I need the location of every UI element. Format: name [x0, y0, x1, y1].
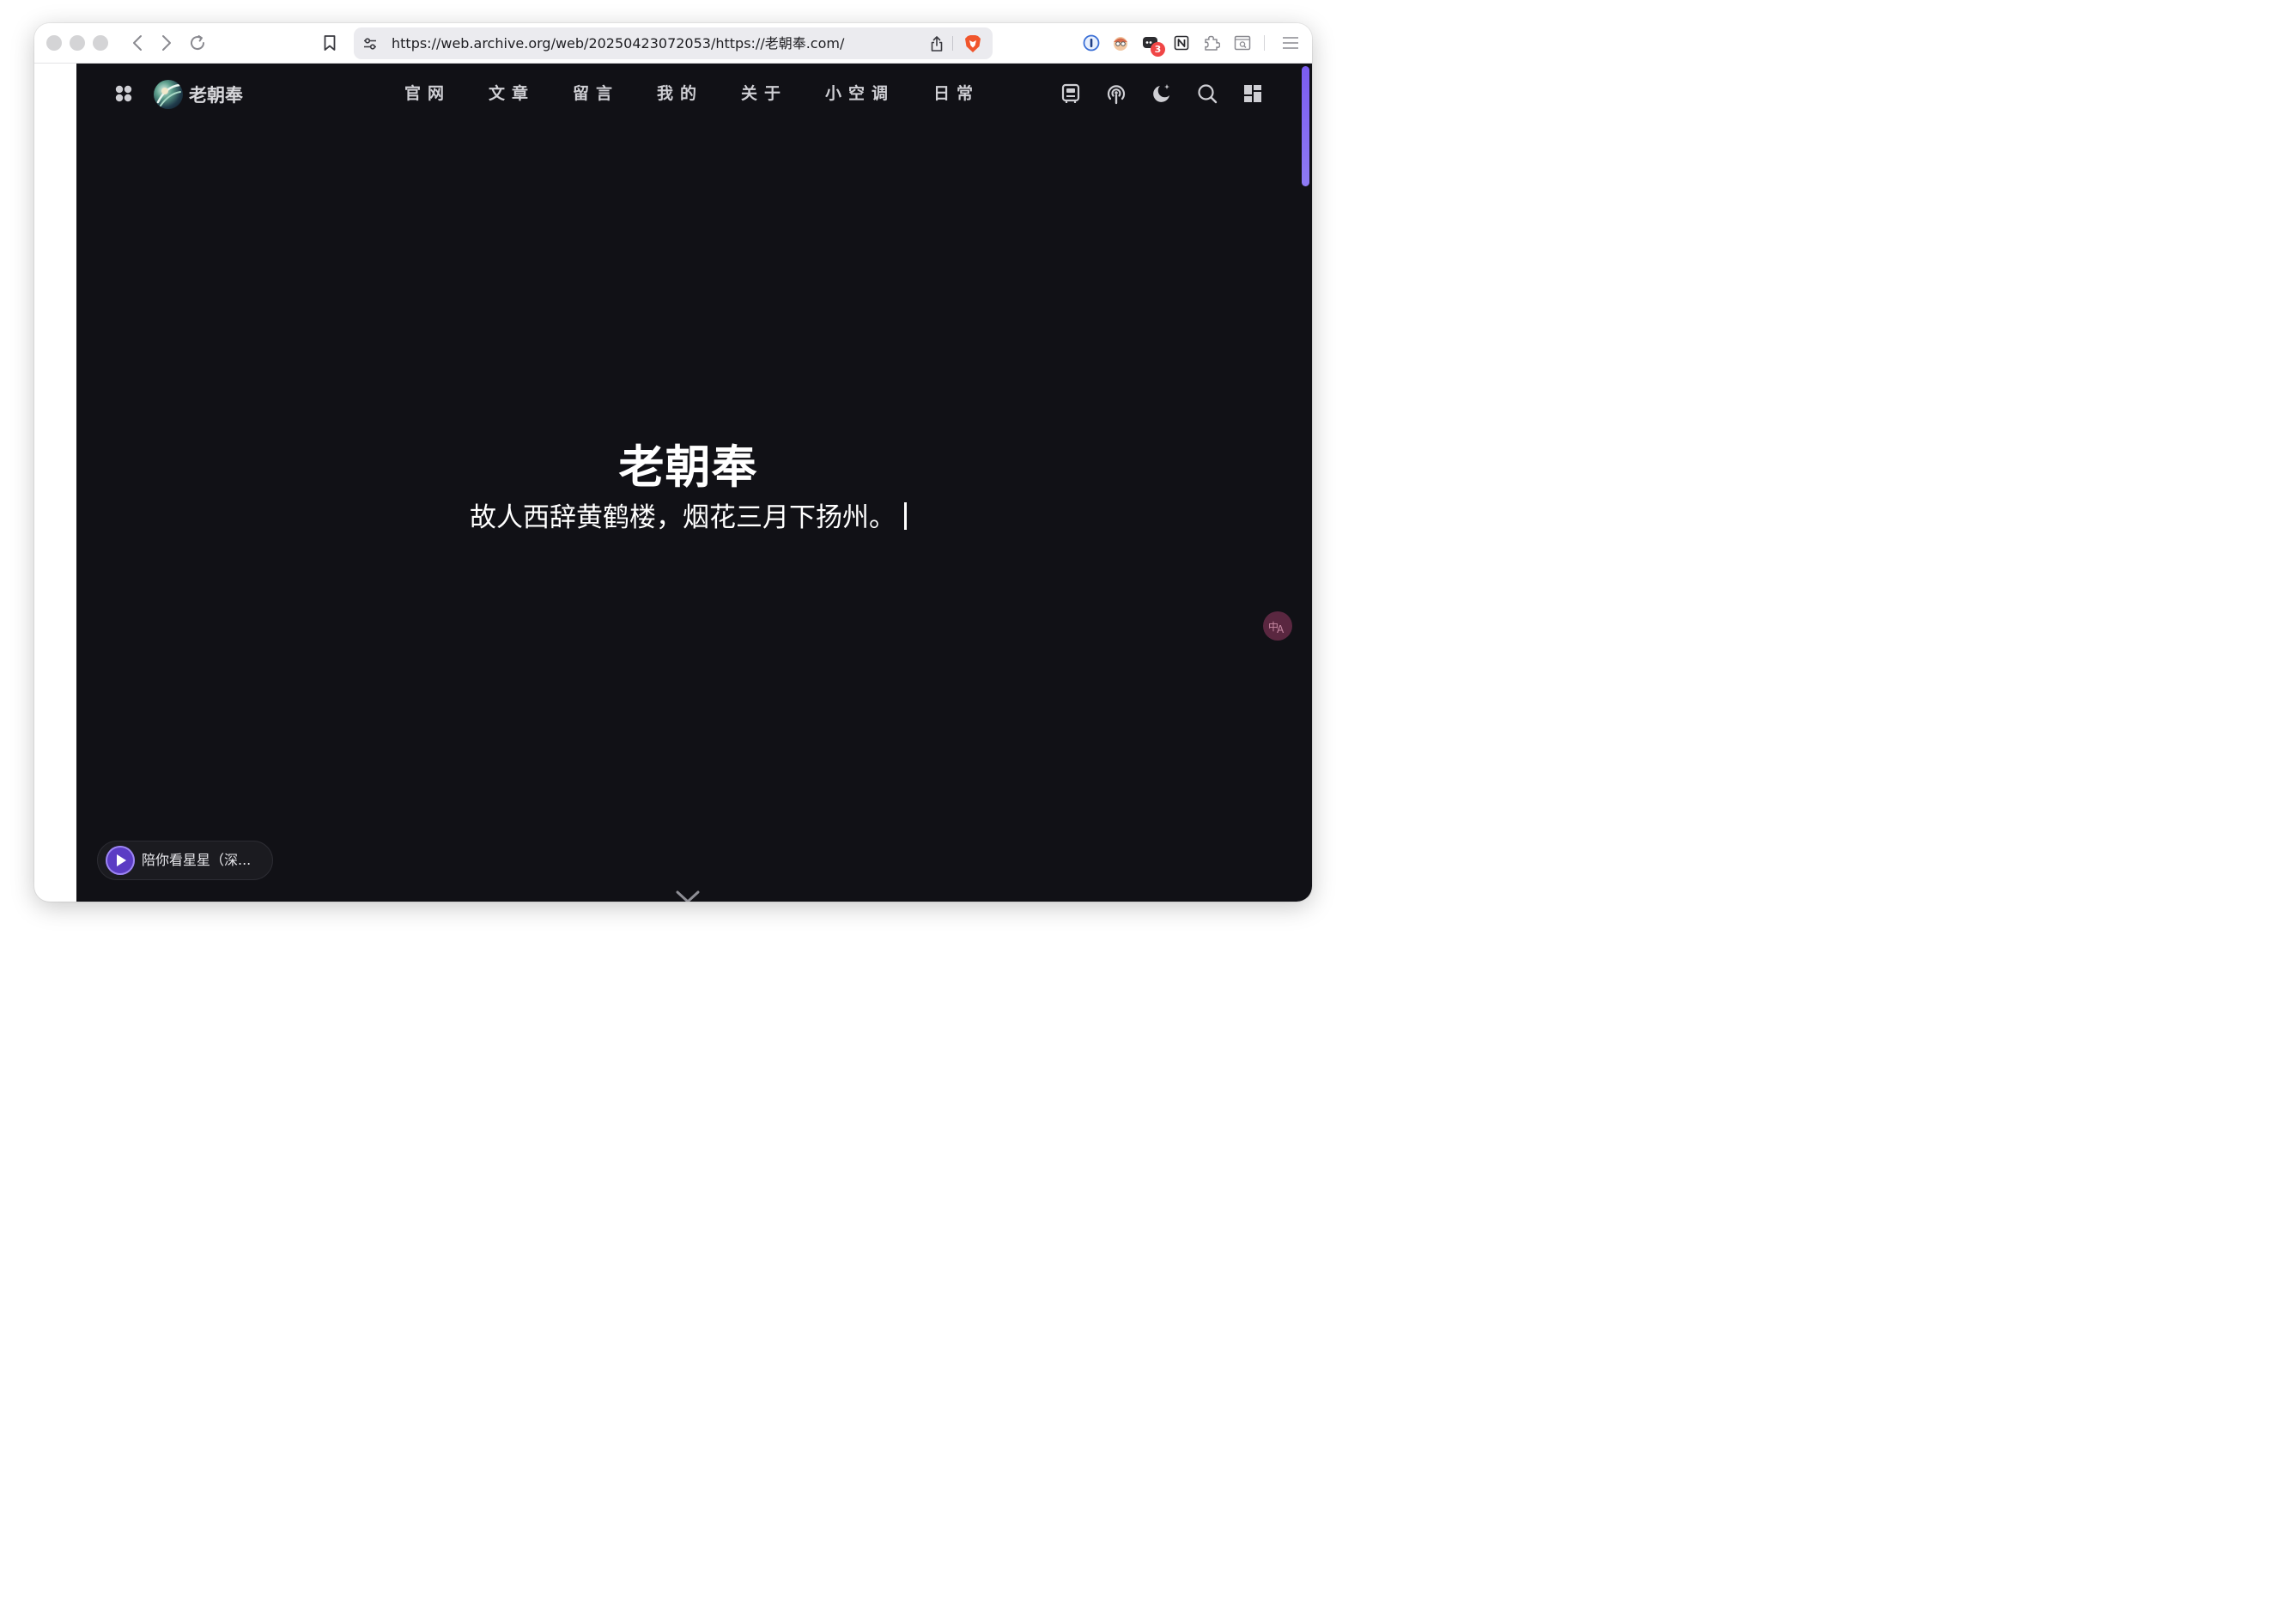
url-divider: [952, 36, 953, 51]
reload-button[interactable]: [186, 32, 209, 54]
hero-title: 老朝奉: [618, 441, 758, 494]
page-scrollbar-thumb[interactable]: [1302, 66, 1309, 186]
avatar-extension-icon: [1114, 37, 1127, 51]
apps-grid-icon: [115, 85, 132, 102]
browser-window: https://web.archive.org/web/202504230720…: [34, 23, 1312, 902]
site-menu-button[interactable]: [112, 82, 135, 105]
notion-icon: [1174, 35, 1189, 51]
extensions-button[interactable]: [1200, 33, 1223, 53]
moon-icon: [1153, 84, 1169, 102]
brave-shield-icon: [965, 35, 981, 52]
nav-item-mine[interactable]: 我的: [657, 81, 703, 104]
hero-subtitle-wrapper: 故人西辞黄鹤楼，烟花三月下扬州。: [76, 495, 1300, 534]
site-settings-button[interactable]: [361, 34, 380, 53]
chevron-down-icon: [676, 890, 700, 902]
search-icon: [1198, 84, 1218, 104]
share-icon: [931, 36, 943, 52]
podcast-icon: [1107, 85, 1126, 105]
close-window-button[interactable]: [46, 35, 62, 51]
play-button[interactable]: [106, 846, 135, 875]
page-scrollbar[interactable]: [1302, 64, 1312, 902]
nav-item-articles[interactable]: 文章: [489, 81, 535, 104]
chevron-left-icon: [133, 35, 142, 51]
reload-icon: [191, 35, 205, 51]
minimize-window-button[interactable]: [70, 35, 85, 51]
password-manager-icon: [1083, 34, 1100, 52]
nav-item-official-site[interactable]: 官网: [404, 81, 451, 104]
dark-mode-toggle[interactable]: [1151, 82, 1173, 105]
translate-icon: 中A: [1268, 620, 1285, 635]
reader-mode-button[interactable]: [1231, 33, 1254, 53]
forward-button[interactable]: [156, 32, 177, 54]
track-title: 陪你看星星（深...: [142, 852, 252, 868]
translate-button[interactable]: 中A: [1263, 611, 1292, 641]
scroll-down-button[interactable]: [675, 890, 701, 902]
hamburger-menu-icon: [1283, 37, 1298, 49]
site-settings-icon: [364, 38, 376, 50]
site-brand-link[interactable]: 老朝奉: [154, 78, 243, 111]
music-player[interactable]: 陪你看星星（深...: [97, 841, 273, 880]
nav-item-about[interactable]: 关于: [741, 81, 787, 104]
address-bar[interactable]: https://web.archive.org/web/202504230720…: [354, 27, 993, 59]
toolbar-divider: [1264, 35, 1265, 51]
play-icon: [117, 854, 126, 866]
chevron-right-icon: [162, 35, 171, 51]
password-manager-extension[interactable]: [1081, 33, 1102, 53]
browser-toolbar: https://web.archive.org/web/202504230720…: [34, 23, 1312, 64]
url-text[interactable]: https://web.archive.org/web/202504230720…: [392, 27, 844, 59]
avatar-extension[interactable]: [1110, 33, 1131, 53]
site-brand-name: 老朝奉: [189, 85, 243, 106]
search-button[interactable]: [1196, 82, 1218, 105]
brave-shields-button[interactable]: [963, 33, 983, 55]
podcast-button[interactable]: [1105, 82, 1127, 105]
site-avatar: [154, 80, 183, 109]
typing-caret: [904, 502, 907, 530]
grid-layout-icon: [1244, 85, 1261, 102]
hero-subtitle: 故人西辞黄鹤楼，烟花三月下扬州。: [470, 502, 896, 533]
bookmark-button[interactable]: [319, 32, 340, 54]
notion-extension[interactable]: [1171, 33, 1192, 53]
svg-text:A: A: [1277, 623, 1285, 635]
nav-item-guestbook[interactable]: 留言: [573, 81, 619, 104]
share-button[interactable]: [927, 33, 946, 54]
nav-item-air-conditioner[interactable]: 小空调: [825, 81, 895, 104]
puzzle-icon: [1205, 35, 1220, 51]
bookmark-icon: [324, 35, 336, 51]
back-button[interactable]: [127, 32, 148, 54]
travel-icon: [1061, 83, 1080, 103]
zoom-window-button[interactable]: [93, 35, 108, 51]
extension-badge: 3: [1151, 42, 1165, 57]
main-menu-button[interactable]: [1279, 33, 1302, 53]
web-page: 老朝奉 官网 文章 留言 我的 关于 小空调 日常 老朝奉 故人西辞黄鹤楼，烟花…: [76, 64, 1312, 902]
reader-icon: [1234, 35, 1251, 51]
travel-button[interactable]: [1060, 82, 1082, 105]
layout-button[interactable]: [1242, 82, 1264, 105]
nav-item-daily[interactable]: 日常: [933, 81, 980, 104]
